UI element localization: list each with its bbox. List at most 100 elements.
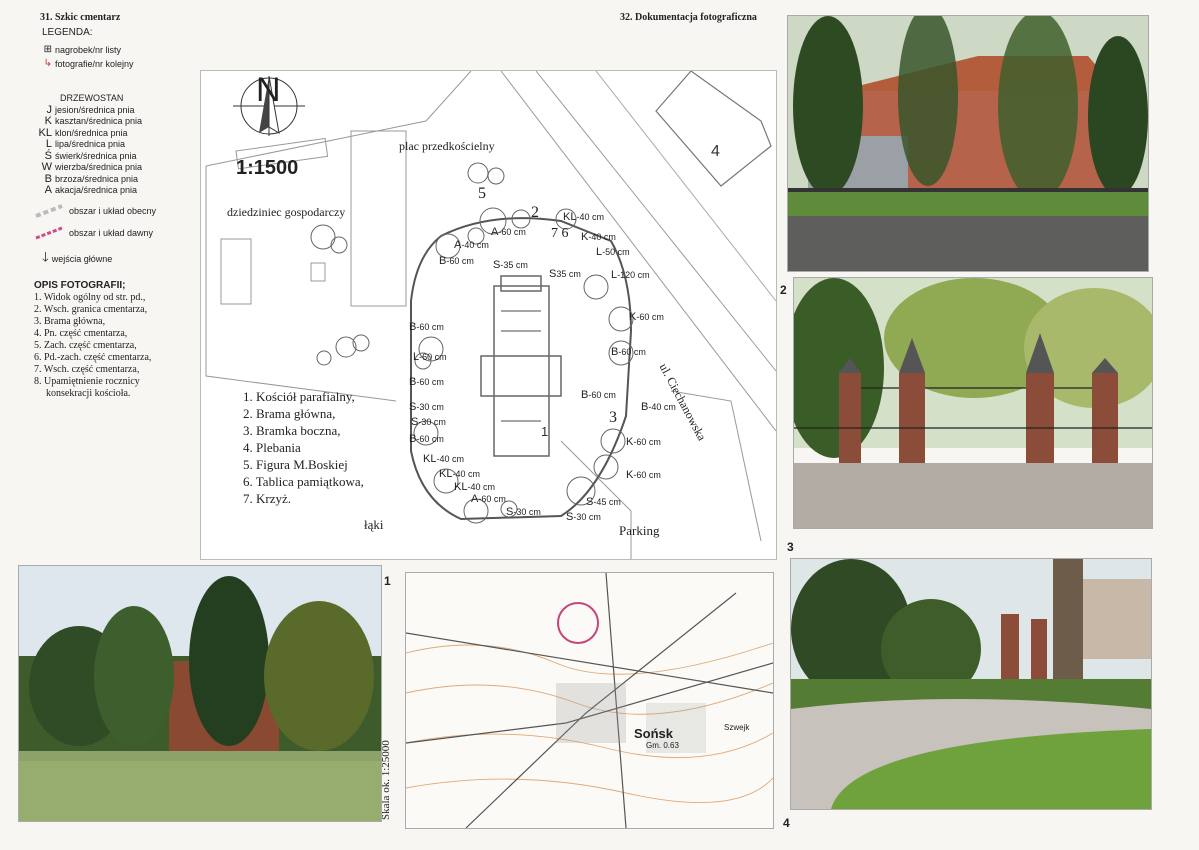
legend-row-photo: ↳ fotografie/nr kolejny <box>36 58 134 69</box>
photo-description-list: OPIS FOTOGRAFII; 1. Widok ogólny od str.… <box>34 280 151 400</box>
tree-legend: Jjesion/średnica pnia Kkasztan/średnica p… <box>34 104 143 197</box>
tree-label-marker: S-30 cm <box>411 416 446 428</box>
tree-label-marker: S-30 cm <box>506 506 541 518</box>
tree-label-marker: B-60 cm <box>409 433 444 445</box>
tree-key: K <box>44 115 52 128</box>
tree-label-marker: S-30 cm <box>409 401 444 413</box>
opis-item: 7. Wsch. część cmentarza, <box>34 364 140 375</box>
tree-label-marker: KL-40 cm <box>423 453 464 465</box>
dziedziniec-label: dziedziniec gospodarczy <box>227 205 346 219</box>
building-4-label: 4 <box>711 143 720 160</box>
tree-label-marker: L-50 cm <box>596 246 630 258</box>
dashed-pink-line-icon <box>35 226 63 240</box>
tree-label-marker: K-60 cm <box>626 436 661 448</box>
object-list-item: 4. Plebania <box>243 440 301 455</box>
tree-label: jesion/średnica pnia <box>55 104 135 115</box>
photo-marker-icon: ↳ <box>43 58 52 69</box>
tree-label-marker: B-60 cm <box>409 321 444 333</box>
legend-row-entrance: 🡓 wejścia główne <box>42 248 112 270</box>
tree-legend-row: Wwierzba/średnica pnia <box>34 161 143 174</box>
opis-item: 2. Wsch. granica cmentarza, <box>34 304 148 315</box>
tree-label-marker: K-40 cm <box>581 231 616 243</box>
map-scale-label: Skala ok. 1:25000 <box>380 740 392 820</box>
object-list-item: 1. Kościół parafialny, <box>243 389 355 404</box>
photo-1-church-south <box>18 565 382 822</box>
laki-label: łąki <box>364 517 384 532</box>
gate-2-label: 2 <box>531 204 539 221</box>
tree-label-marker: B-60 cm <box>439 255 474 267</box>
object-list-item: 5. Figura M.Boskiej <box>243 457 348 472</box>
photo-number-3: 3 <box>787 540 794 554</box>
tree-key: KL <box>38 126 52 139</box>
tree-key: Ś <box>44 149 52 162</box>
tree-label-marker: S-30 cm <box>566 511 601 523</box>
gm-label: Gm. 0.63 <box>646 741 679 750</box>
plaque-6-label: 7 6 <box>551 226 569 241</box>
section-title-sketch: 31. Szkic cmentarz <box>40 12 121 23</box>
legend-row-area-old: obszar i układ dawny <box>34 226 153 240</box>
tree-label: klon/średnica pnia <box>55 127 128 138</box>
opis-title: OPIS FOTOGRAFII; <box>34 280 126 291</box>
tree-label: wierzba/średnica pnia <box>55 162 143 173</box>
tree-label-marker: KL-40 cm <box>454 481 495 493</box>
objects-list: 1. Kościół parafialny, 2. Brama główna, 3.… <box>243 388 364 507</box>
object-list-item: 2. Brama główna, <box>243 406 336 421</box>
tree-legend-row: Llipa/średnica pnia <box>34 138 142 151</box>
parking-label: Parking <box>619 523 660 538</box>
tree-label-marker: K-60 cm <box>626 469 661 481</box>
tree-label-marker: S-35 cm <box>493 259 528 271</box>
opis-item: 4. Pn. część cmentarza, <box>34 328 128 339</box>
gate-3-label: 3 <box>609 409 617 426</box>
tree-key: A <box>44 184 52 197</box>
tree-key: W <box>41 161 52 174</box>
church-outline <box>480 275 562 457</box>
tree-label-marker: L-60 cm <box>413 351 447 363</box>
tree-label-marker: B-60 cm <box>581 389 616 401</box>
photo-2-church-east <box>787 15 1149 272</box>
tree-label-marker: A-40 cm <box>454 239 489 251</box>
tree-label: akacja/średnica pnia <box>55 185 138 196</box>
grave-icon: ⊞ <box>43 44 52 55</box>
tree-label-marker: B-40 cm <box>641 401 676 413</box>
tree-key: B <box>44 172 52 185</box>
tree-label: lipa/średnica pnia <box>55 139 126 150</box>
scale-label: 1:1500 <box>236 157 299 179</box>
tree-legend-row: Śświerk/średnica pnia <box>34 150 142 162</box>
opis-item: 8. Upamiętnienie rocznicy <box>34 376 140 387</box>
tree-legend-row: Aakacja/średnica pnia <box>34 184 142 197</box>
photo-number-4: 4 <box>783 816 790 830</box>
svg-text:1: 1 <box>541 424 548 439</box>
opis-item: 5. Zach. część cmentarza, <box>34 340 137 351</box>
dashed-gray-line-icon <box>35 204 63 218</box>
arrow-down-icon: 🡓 <box>42 249 49 264</box>
szwejk-label: Szwejk <box>724 723 750 732</box>
tree-legend-row: KL klon/średnica pnia <box>34 127 142 139</box>
photo-number-2: 2 <box>780 283 787 297</box>
topographic-map: Sońsk Gm. 0.63 Szwejk <box>405 572 774 829</box>
opis-item: 1. Widok ogólny od str. pd., <box>34 292 146 303</box>
building-4 <box>655 70 772 187</box>
legend-title: LEGENDA: <box>42 27 93 38</box>
legend-row-grave: ⊞ nagrobek/nr listy <box>36 44 121 55</box>
town-label: Sońsk <box>634 726 674 741</box>
tree-label: świerk/średnica pnia <box>55 150 137 161</box>
statue-5-label: 5 <box>478 185 486 202</box>
drzewostan-title: DRZEWOSTAN <box>60 93 124 103</box>
tree-label-marker: S-45 cm <box>586 496 621 508</box>
tree-legend-row: Bbrzoza/średnica pnia <box>34 173 142 185</box>
photo-3-main-gate <box>793 277 1153 529</box>
tree-label: kasztan/średnica pnia <box>55 116 143 127</box>
tree-label-marker: KL-40 cm <box>439 468 480 480</box>
plac-label: plac przedkościelny <box>399 139 495 153</box>
tree-label-marker: L-120 cm <box>611 269 650 281</box>
tree-legend-row: Jjesion/średnica pnia <box>34 104 142 116</box>
tree-key: L <box>45 138 52 151</box>
tree-key: J <box>46 103 53 116</box>
tree-label-marker: B-60 cm <box>409 376 444 388</box>
tree-label-marker: A-60 cm <box>471 493 506 505</box>
tree-legend-row: Kkasztan/średnica pnia <box>34 115 143 128</box>
photo-4-north-part <box>790 558 1152 810</box>
photo-number-1: 1 <box>384 574 391 588</box>
opis-item: 6. Pd.-zach. część cmentarza, <box>34 352 152 363</box>
object-list-item: 7. Krzyż. <box>243 491 292 506</box>
